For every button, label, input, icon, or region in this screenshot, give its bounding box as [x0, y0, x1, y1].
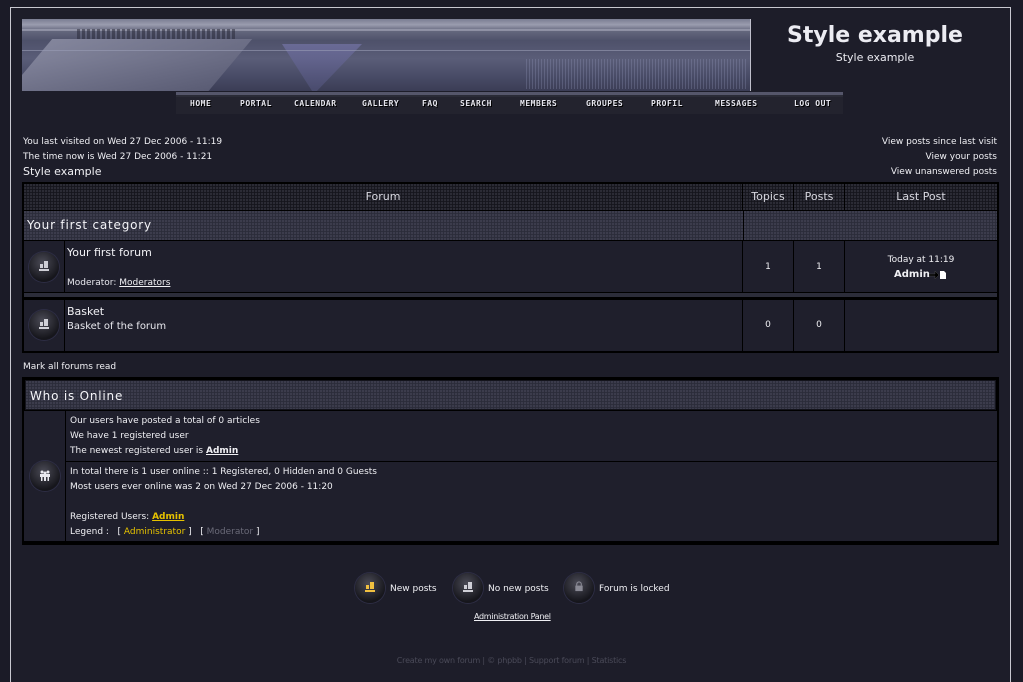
legend-forum-locked-label: Forum is locked: [599, 584, 670, 594]
registered-users-label: Registered Users:: [70, 512, 150, 522]
nav-messages[interactable]: MESSAGES: [715, 99, 758, 108]
go-to-last-post-icon[interactable]: [928, 270, 947, 280]
legend-no-new-posts-label: No new posts: [488, 584, 549, 594]
posts-cell: 1: [794, 241, 844, 292]
topics-count: 0: [765, 320, 771, 330]
posts-count: 0: [816, 320, 822, 330]
footer: Create my own forum | © phpbb | Support …: [0, 656, 1023, 665]
nav-calendar[interactable]: CALENDAR: [294, 99, 337, 108]
moderators-link[interactable]: Moderators: [119, 278, 170, 288]
category-row[interactable]: Your first category: [24, 211, 997, 240]
total-online-text: In total there is 1 user online :: 1 Reg…: [70, 467, 377, 477]
page-heading: Style example: [23, 165, 102, 178]
forum-index-table: Forum Topics Posts Last Post Your first …: [22, 182, 999, 353]
nav-home[interactable]: HOME: [190, 99, 211, 108]
view-posts-since-last-visit-link[interactable]: View posts since last visit: [882, 137, 997, 147]
legend-label: Legend :: [70, 527, 109, 537]
last-post-cell: Today at 11:19 Admin: [845, 241, 997, 292]
main-navigation: HOME PORTAL CALENDAR GALLERY FAQ SEARCH …: [176, 92, 843, 114]
new-posts-icon: [355, 573, 385, 603]
column-header-topics: Topics: [743, 184, 793, 210]
record-online-text: Most users ever online was 2 on Wed 27 D…: [70, 482, 333, 492]
phpbb-link[interactable]: © phpbb: [487, 656, 522, 665]
forum-name-link[interactable]: Basket: [67, 305, 104, 318]
forum-stats-cell: Our users have posted a total of 0 artic…: [66, 411, 997, 461]
topics-cell: 0: [743, 300, 793, 351]
newest-user-text: The newest registered user is Admin: [70, 446, 238, 456]
no-new-posts-icon: [29, 252, 59, 282]
forum-name-link[interactable]: Your first forum: [67, 246, 152, 259]
legend-new-posts-label: New posts: [390, 584, 437, 594]
nav-faq[interactable]: FAQ: [422, 99, 438, 108]
column-header-last-post: Last Post: [845, 184, 997, 210]
forum-info-cell: Your first forum Moderator: Moderators: [65, 241, 742, 292]
no-new-posts-icon: [453, 573, 483, 603]
total-posts-text: Our users have posted a total of 0 artic…: [70, 416, 260, 426]
nav-search[interactable]: SEARCH: [460, 99, 492, 108]
nav-gallery[interactable]: GALLERY: [362, 99, 399, 108]
view-unanswered-posts-link[interactable]: View unanswered posts: [891, 167, 997, 177]
forum-description: Basket of the forum: [67, 321, 167, 332]
view-your-posts-link[interactable]: View your posts: [926, 152, 997, 162]
who-is-online-title[interactable]: Who is Online: [30, 389, 123, 403]
who-is-online-header: Who is Online: [25, 380, 996, 410]
row-separator: [24, 292, 997, 298]
statistics-link[interactable]: Statistics: [592, 656, 627, 665]
footer-separator: |: [521, 656, 529, 665]
nav-groupes[interactable]: GROUPES: [586, 99, 623, 108]
administration-panel-link[interactable]: Administration Panel: [474, 612, 551, 621]
current-time-text: The time now is Wed 27 Dec 2006 - 11:21: [23, 152, 213, 162]
support-forum-link[interactable]: Support forum: [529, 656, 585, 665]
topics-count: 1: [765, 262, 771, 272]
newest-user-link[interactable]: Admin: [206, 446, 238, 456]
create-forum-link[interactable]: Create my own forum: [397, 656, 481, 665]
last-post-time: Today at 11:19: [887, 255, 955, 265]
legend-moderator-link[interactable]: Moderator: [207, 527, 253, 537]
forum-status-cell: [24, 300, 64, 351]
footer-separator: |: [584, 656, 592, 665]
header-banner-image[interactable]: [22, 19, 751, 91]
no-new-posts-icon: [29, 310, 59, 340]
nav-members[interactable]: MEMBERS: [520, 99, 557, 108]
forum-status-cell: [24, 241, 64, 292]
posts-cell: 0: [794, 300, 844, 351]
site-title: Style example: [787, 23, 963, 48]
posts-count: 1: [816, 262, 822, 272]
nav-profil[interactable]: PROFIL: [651, 99, 683, 108]
last-post-author-link[interactable]: Admin: [894, 269, 930, 280]
group-legend: Legend : [ Administrator ] [ Moderator ]: [70, 527, 260, 537]
column-header-posts: Posts: [794, 184, 844, 210]
newest-user-label: The newest registered user is: [70, 446, 204, 456]
who-is-online-table: Who is Online Our users have posted a to…: [22, 377, 999, 545]
online-users-cell: In total there is 1 user online :: 1 Reg…: [66, 462, 997, 541]
users-online-icon: [30, 461, 60, 491]
category-title[interactable]: Your first category: [27, 218, 152, 232]
last-post-cell: [845, 300, 997, 351]
lock-icon: [564, 573, 594, 603]
online-icon-cell: [24, 411, 65, 541]
column-header-forum: Forum: [24, 184, 742, 210]
site-description: Style example: [835, 51, 915, 64]
mark-all-forums-read-link[interactable]: Mark all forums read: [23, 362, 116, 372]
registered-users-text: We have 1 registered user: [70, 431, 189, 441]
last-visit-text: You last visited on Wed 27 Dec 2006 - 11…: [23, 137, 223, 147]
moderator-label: Moderator:: [67, 278, 117, 288]
nav-logout[interactable]: LOG OUT: [794, 99, 831, 108]
online-user-admin-link[interactable]: Admin: [152, 512, 184, 522]
forum-moderator: Moderator: Moderators: [67, 278, 170, 288]
nav-portal[interactable]: PORTAL: [240, 99, 272, 108]
forum-info-cell: Basket Basket of the forum: [65, 300, 742, 351]
registered-users-online: Registered Users: Admin: [70, 512, 184, 522]
topics-cell: 1: [743, 241, 793, 292]
legend-administrator-link[interactable]: Administrator: [124, 527, 185, 537]
